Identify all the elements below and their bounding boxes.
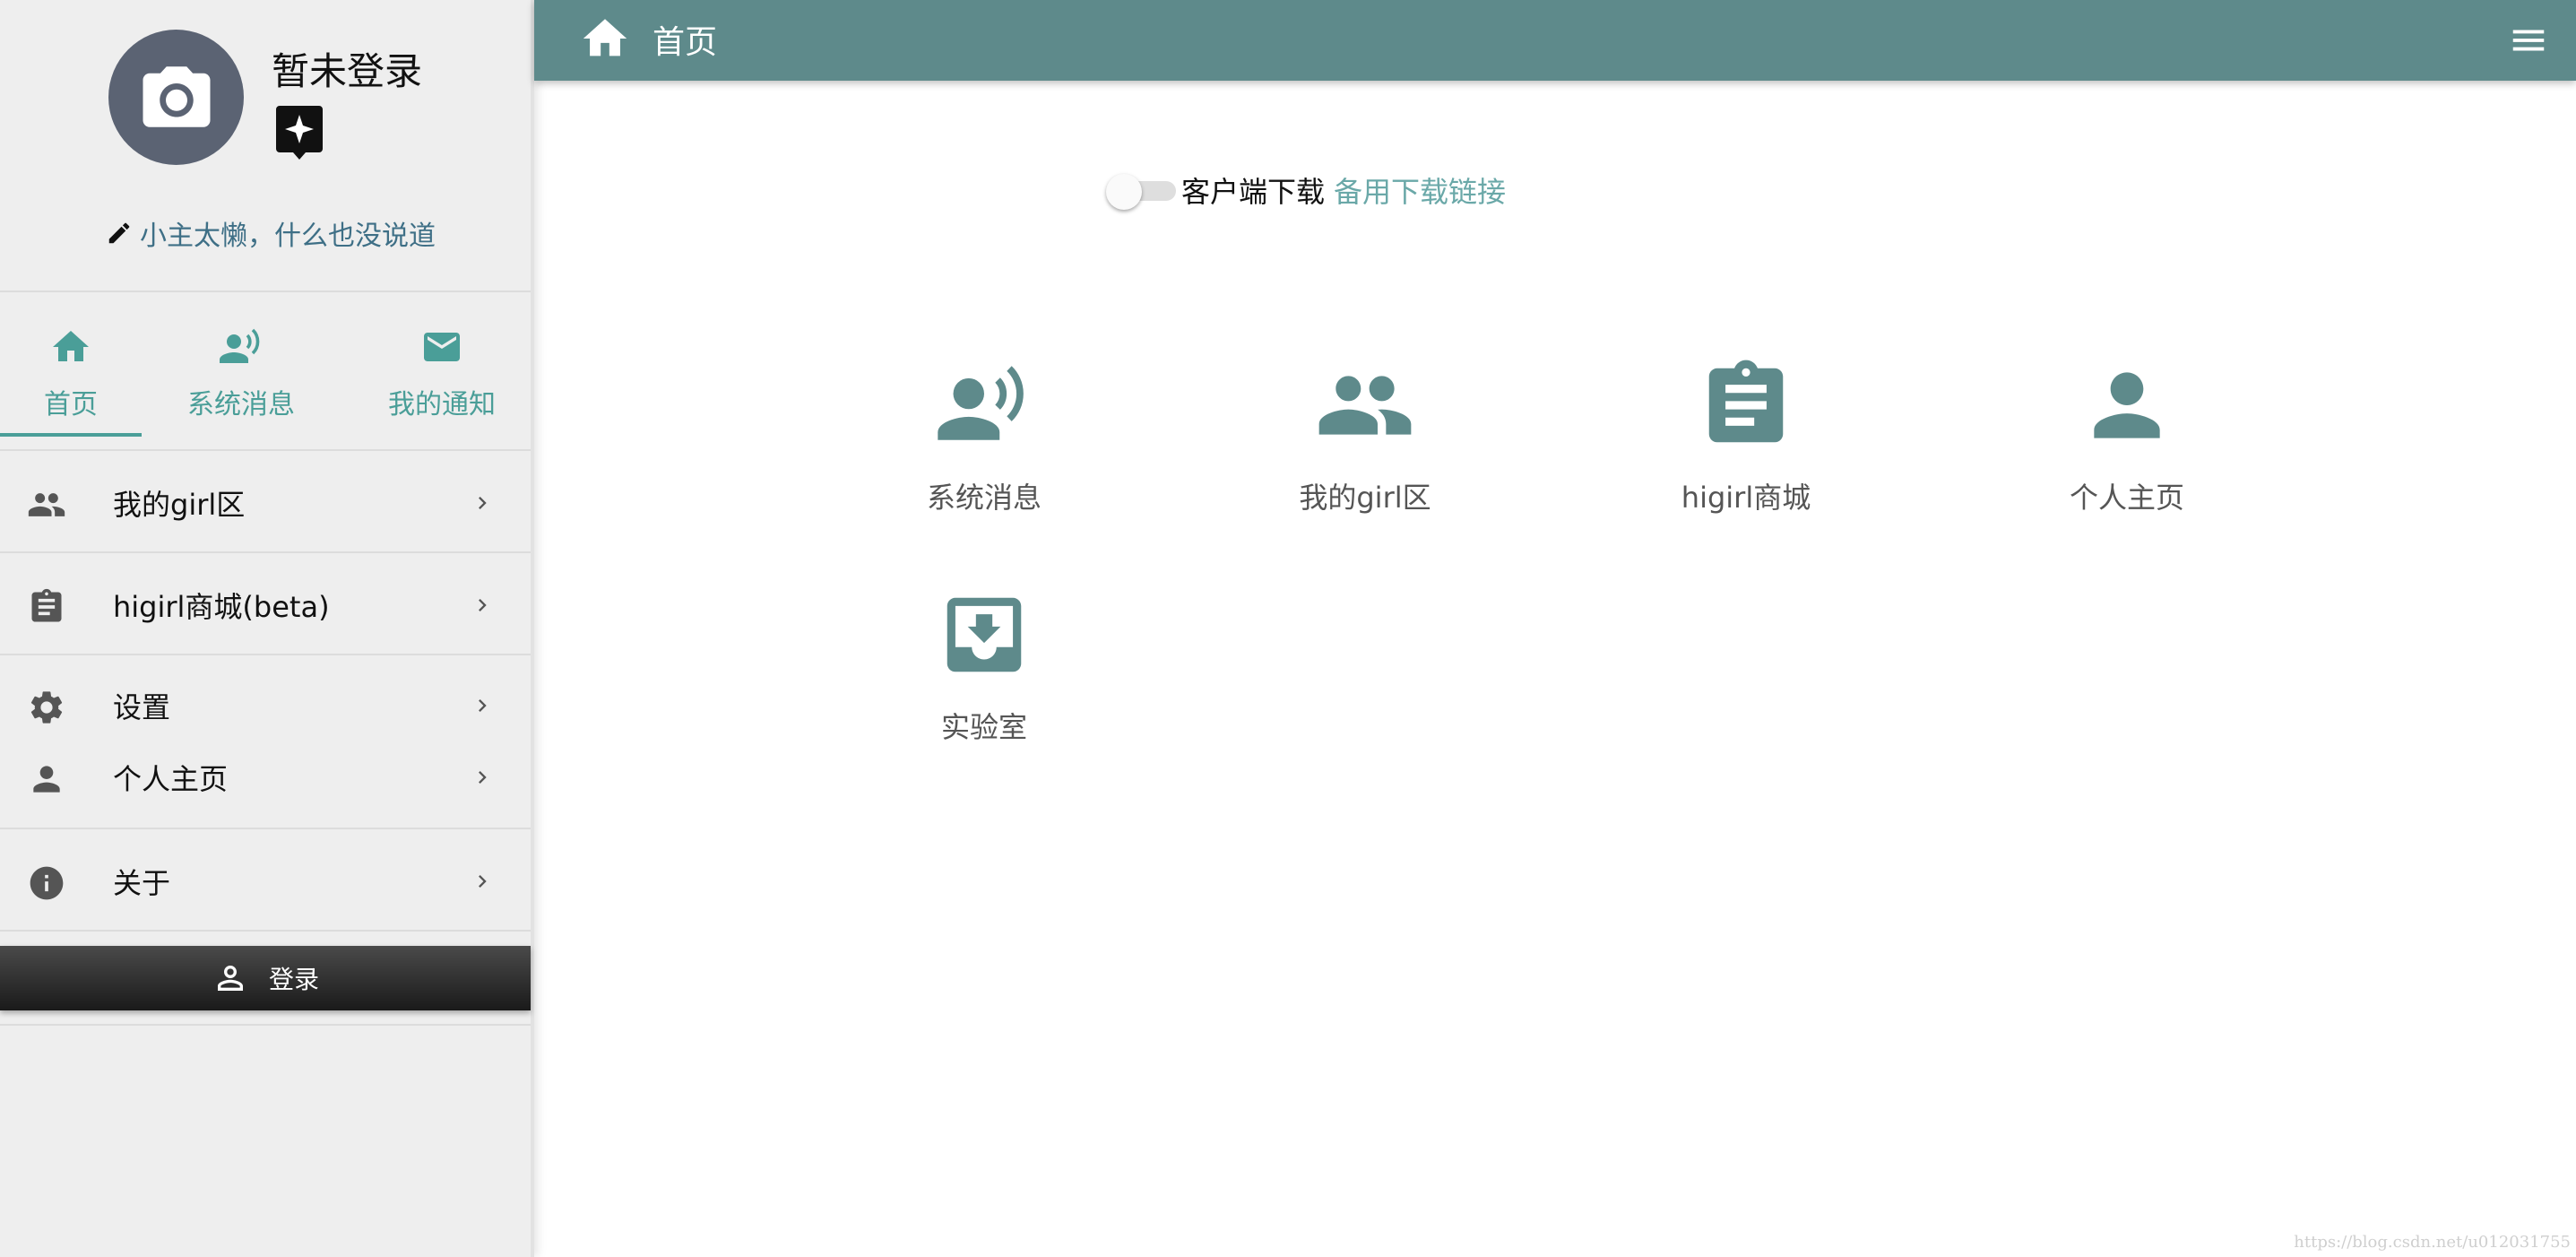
- tab-label: 系统消息: [187, 389, 295, 420]
- chevron-right-icon: [479, 771, 487, 784]
- client-download-row: 客户端下载 备用下载链接: [1106, 167, 1506, 213]
- clipboard-icon: [1708, 360, 1784, 443]
- sidebar-item-my-girl-zone[interactable]: 我的girl区: [0, 467, 531, 539]
- chevron-right-icon: [479, 497, 487, 509]
- gear-icon: [30, 691, 63, 724]
- backup-download-link[interactable]: 备用下载链接: [1334, 169, 1506, 211]
- person-outline-icon: [217, 966, 243, 991]
- chevron-right-icon: [479, 699, 487, 712]
- hamburger-menu-icon[interactable]: [2508, 20, 2549, 61]
- tab-label: 我的通知: [388, 389, 496, 420]
- inbox-download-icon: [947, 597, 1022, 672]
- page-title: 首页: [653, 24, 718, 61]
- menu-group-about: 关于: [0, 831, 531, 932]
- download-toggle[interactable]: [1106, 172, 1178, 210]
- sidebar-item-personal-homepage[interactable]: 个人主页: [0, 741, 531, 813]
- avatar[interactable]: [108, 30, 244, 165]
- speaker-person-icon: [220, 328, 260, 363]
- camera-icon: [143, 66, 211, 127]
- people-icon: [28, 493, 65, 516]
- app-tile-label: 实验室: [940, 710, 1027, 744]
- home-icon: [583, 19, 627, 56]
- speaker-person-icon: [938, 366, 1024, 440]
- app-tile-label: higirl商城: [1681, 481, 1811, 515]
- tab-home[interactable]: 首页: [0, 294, 142, 451]
- sidebar-tabs: 首页 系统消息 我的通知: [0, 294, 531, 451]
- menu-label: 关于: [113, 866, 171, 900]
- login-label: 登录: [268, 965, 319, 994]
- motto-text: 小主太懒，什么也没说道: [140, 221, 436, 252]
- menu-label: 设置: [113, 690, 171, 724]
- active-tab-indicator: [0, 433, 142, 437]
- divider: [0, 1024, 531, 1026]
- sidebar: 暂未登录 小主太懒，什么也没说道 首页 系统消息 我的通知 我的girl区 hi…: [0, 0, 534, 1257]
- clipboard-icon: [31, 588, 62, 622]
- info-icon: [30, 866, 64, 900]
- menu-label: higirl商城(beta): [113, 590, 330, 624]
- login-button[interactable]: 登录: [0, 946, 531, 1010]
- download-label: 客户端下载: [1181, 175, 1326, 209]
- mail-icon: [424, 333, 460, 361]
- person-icon: [33, 766, 60, 793]
- profile-motto[interactable]: 小主太懒，什么也没说道: [106, 215, 436, 252]
- app-tile-label: 我的girl区: [1299, 481, 1431, 515]
- app-tile-label: 系统消息: [926, 481, 1042, 515]
- menu-label: 个人主页: [113, 762, 229, 796]
- app-tile-lab[interactable]: 实验室: [868, 581, 1101, 778]
- pencil-icon: [108, 222, 130, 244]
- sidebar-item-settings[interactable]: 设置: [0, 670, 531, 741]
- chevron-right-icon: [479, 875, 487, 888]
- profile-section: 暂未登录 小主太懒，什么也没说道: [0, 0, 531, 292]
- app-header: 首页: [534, 0, 2576, 81]
- home-icon: [53, 331, 89, 361]
- menu-group-shop: higirl商城(beta): [0, 555, 531, 655]
- menu-label: 我的girl区: [113, 488, 246, 522]
- app-tile-my-girl-zone[interactable]: 我的girl区: [1249, 351, 1482, 549]
- app-tile-label: 个人主页: [2069, 481, 2184, 515]
- app-tile-higirl-shop[interactable]: higirl商城: [1629, 351, 1863, 549]
- app-tile-system-messages[interactable]: 系统消息: [868, 351, 1101, 549]
- sidebar-item-about[interactable]: 关于: [0, 845, 531, 917]
- people-icon: [1318, 376, 1412, 435]
- tab-system-messages[interactable]: 系统消息: [170, 294, 312, 451]
- tab-my-notifications[interactable]: 我的通知: [371, 294, 513, 451]
- person-icon: [2094, 372, 2160, 438]
- tab-label: 首页: [44, 389, 98, 420]
- sparkle-badge-icon: [276, 106, 323, 163]
- app-tile-personal-homepage[interactable]: 个人主页: [2010, 351, 2243, 549]
- chevron-right-icon: [479, 599, 487, 611]
- menu-group-girl-zone: 我的girl区: [0, 453, 531, 553]
- username: 暂未登录: [272, 49, 423, 93]
- watermark: https://blog.csdn.net/u012031755: [2294, 1233, 2571, 1252]
- sidebar-item-higirl-shop[interactable]: higirl商城(beta): [0, 569, 531, 641]
- toggle-thumb: [1106, 174, 1142, 210]
- menu-group-settings: 设置 个人主页: [0, 657, 531, 829]
